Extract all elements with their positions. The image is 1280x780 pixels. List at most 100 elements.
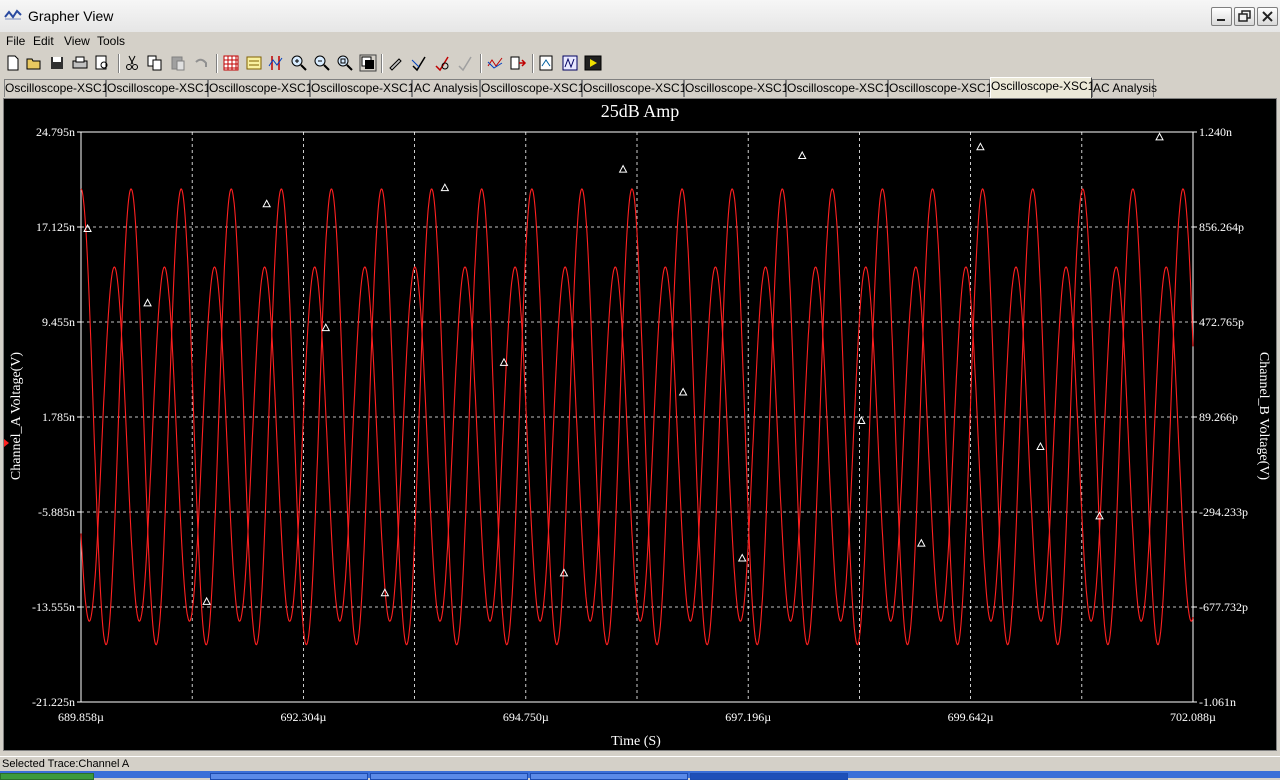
copy-icon[interactable] — [146, 54, 164, 72]
taskbar-item[interactable] — [370, 773, 528, 780]
overlay-icon[interactable] — [410, 54, 428, 72]
data-marker-triangle — [916, 538, 926, 547]
x-tick-label: 689.858µ — [58, 710, 104, 724]
minimize-button[interactable] — [1211, 7, 1232, 26]
legend-icon[interactable] — [245, 54, 263, 72]
y-right-tick-label: -677.732p — [1199, 600, 1248, 614]
grid — [80, 131, 1194, 703]
y-right-tick-label: 856.264p — [1199, 220, 1244, 234]
zoom-in-icon[interactable] — [290, 54, 308, 72]
tab-strip: Oscilloscope-XSC1 Oscilloscope-XSC1 Oscill… — [0, 77, 1280, 98]
print-preview-icon[interactable] — [93, 54, 111, 72]
zoom-out-icon[interactable] — [313, 54, 331, 72]
taskbar-item[interactable] — [530, 773, 688, 780]
y-left-tick-label: -21.225n — [32, 695, 75, 709]
cursors-icon[interactable] — [267, 54, 285, 72]
menu-file[interactable]: File — [4, 33, 27, 49]
menu-edit[interactable]: Edit — [31, 33, 56, 49]
cut-icon[interactable] — [123, 54, 141, 72]
chart: 24.795n 17.125n 9.455n 1.785n -5.885n -13.555… — [4, 101, 1271, 749]
y-left-tick-label: 1.785n — [42, 410, 75, 424]
transfer-icon[interactable] — [486, 54, 504, 72]
restore-icon — [1238, 10, 1251, 22]
app-icon — [4, 9, 22, 20]
data-marker-triangle — [262, 199, 272, 208]
data-marker-triangle — [976, 142, 985, 151]
menu-view[interactable]: View — [62, 33, 92, 49]
toolbar — [0, 51, 1280, 76]
y-left-tick-label: -13.555n — [32, 600, 75, 614]
zoom-full-icon[interactable] — [336, 54, 354, 72]
x-axis-label: Time (S) — [611, 734, 661, 749]
export-labview-icon[interactable] — [561, 54, 579, 72]
tab-ac-analysis[interactable]: AC Analysis — [1092, 79, 1157, 97]
tab-ac-analysis[interactable]: AC Analysis — [412, 79, 480, 97]
run-icon[interactable] — [584, 54, 602, 72]
taskbar-item-active[interactable] — [690, 773, 848, 780]
x-tick-label: 692.304µ — [280, 710, 326, 724]
data-marker-triangle — [678, 387, 688, 396]
data-marker-triangle — [1036, 441, 1045, 451]
tab-oscilloscope-xsc1[interactable]: Oscilloscope-XSC1 — [990, 77, 1094, 98]
y-right-tick-label: 472.765p — [1199, 315, 1244, 329]
minimize-icon — [1217, 19, 1225, 21]
data-marker-triangle — [856, 415, 866, 425]
x-tick-label: 702.088µ — [1170, 710, 1216, 724]
data-marker-triangle — [559, 568, 569, 577]
data-marker-triangle — [797, 150, 807, 159]
y-right-tick-label: 1.240n — [1199, 125, 1232, 139]
select-marks-icon[interactable] — [433, 54, 451, 72]
x-tick-label: 697.196µ — [725, 710, 771, 724]
properties-icon[interactable] — [387, 54, 405, 72]
data-marker-triangle — [737, 553, 747, 562]
y-left-tick-label: 17.125n — [36, 220, 75, 234]
menu-bar: File Edit View Tools — [0, 32, 1280, 51]
menu-tools[interactable]: Tools — [95, 33, 127, 49]
taskbar-item[interactable] — [210, 773, 368, 780]
axis-labels: 24.795n 17.125n 9.455n 1.785n -5.885n -13.555… — [32, 125, 1248, 724]
x-tick-label: 694.750µ — [503, 710, 549, 724]
tab-oscilloscope-xsc1[interactable]: Oscilloscope-XSC1 — [106, 79, 210, 97]
grid-icon[interactable] — [222, 54, 240, 72]
y-axis-label-left: Channel_A Voltage(V) — [9, 352, 24, 481]
y-axis-label-right: Channel_B Voltage(V) — [1256, 352, 1271, 481]
reverse-colors-icon[interactable] — [359, 54, 377, 72]
data-marker-triangle — [321, 323, 331, 332]
save-icon[interactable] — [48, 54, 66, 72]
data-marker-triangle — [202, 596, 211, 605]
tab-oscilloscope-xsc1[interactable]: Oscilloscope-XSC1 — [480, 79, 584, 97]
y-right-tick-label: -294.233p — [1199, 505, 1248, 519]
chart-title: 25dB Amp — [601, 101, 680, 121]
status-bar: Selected Trace:Channel A — [0, 756, 1280, 772]
tab-oscilloscope-xsc1[interactable]: Oscilloscope-XSC1 — [208, 79, 312, 97]
data-marker-triangle — [1155, 132, 1164, 141]
undo-icon[interactable] — [192, 54, 210, 72]
print-icon[interactable] — [71, 54, 89, 72]
paste-icon[interactable] — [169, 54, 187, 72]
y-right-tick-label: -1.061n — [1199, 695, 1236, 709]
export-excel-icon[interactable] — [509, 54, 527, 72]
y-left-tick-label: 9.455n — [42, 315, 75, 329]
x-tick-label: 699.642µ — [948, 710, 994, 724]
tab-oscilloscope-xsc1[interactable]: Oscilloscope-XSC1 — [684, 79, 788, 97]
title-bar: Grapher View — [0, 0, 1280, 33]
tab-oscilloscope-xsc1[interactable]: Oscilloscope-XSC1 — [786, 79, 890, 97]
y-left-tick-label: 24.795n — [36, 125, 75, 139]
tab-oscilloscope-xsc1[interactable]: Oscilloscope-XSC1 — [582, 79, 686, 97]
export-mathcad-icon[interactable] — [538, 54, 556, 72]
window-title: Grapher View — [28, 8, 114, 24]
export-icon[interactable] — [456, 54, 474, 72]
start-button[interactable] — [0, 773, 94, 780]
new-icon[interactable] — [4, 54, 22, 72]
data-marker-triangle — [143, 298, 152, 307]
tab-oscilloscope-xsc1[interactable]: Oscilloscope-XSC1 — [4, 79, 108, 97]
selected-trace-status: Selected Trace:Channel A — [2, 758, 130, 770]
tab-oscilloscope-xsc1[interactable]: Oscilloscope-XSC1 — [310, 79, 414, 97]
close-button[interactable] — [1257, 7, 1278, 26]
data-marker-triangle — [440, 183, 450, 192]
data-marker-triangle — [618, 164, 628, 173]
tab-oscilloscope-xsc1[interactable]: Oscilloscope-XSC1 — [888, 79, 992, 97]
restore-button[interactable] — [1234, 7, 1255, 26]
markers — [83, 132, 1164, 605]
open-icon[interactable] — [25, 54, 43, 72]
